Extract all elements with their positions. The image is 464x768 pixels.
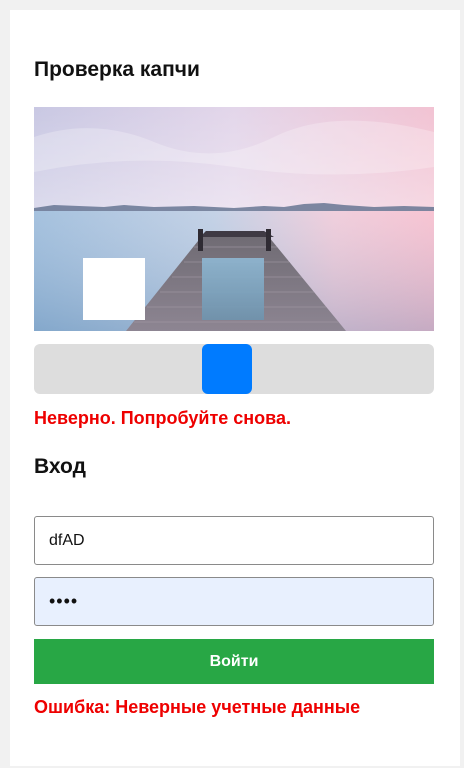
captcha-title: Проверка капчи: [34, 58, 200, 81]
captcha-error-message: Неверно. Попробуйте снова.: [34, 408, 292, 428]
login-button[interactable]: Войти: [34, 639, 434, 684]
login-title: Вход: [34, 455, 86, 478]
login-error-message: Ошибка: Неверные учетные данные: [34, 697, 361, 717]
captcha-image: [34, 107, 434, 331]
password-input[interactable]: [34, 577, 434, 626]
username-input[interactable]: [34, 516, 434, 565]
captcha-slider-track[interactable]: [34, 344, 434, 394]
puzzle-target-slot: [83, 258, 145, 320]
puzzle-piece: [202, 258, 264, 320]
login-card: Проверка капчи Неверно. Попробуйте снова…: [10, 10, 460, 766]
captcha-slider-handle[interactable]: [202, 344, 252, 394]
